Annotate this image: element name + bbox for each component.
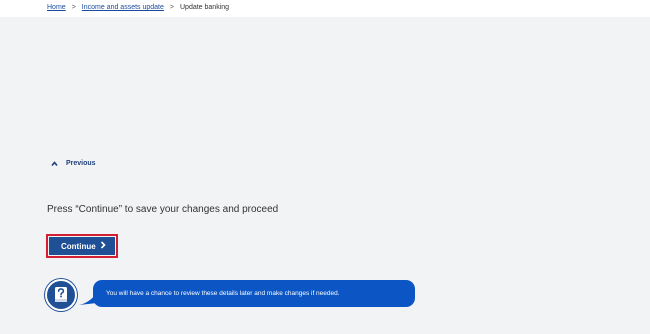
continue-highlight: Continue bbox=[46, 234, 118, 258]
breadcrumb: Home > Income and assets update > Update… bbox=[47, 3, 229, 12]
continue-label: Continue bbox=[61, 241, 96, 251]
help-text: You will have a chance to review these d… bbox=[106, 290, 340, 297]
previous-button[interactable]: Previous bbox=[51, 160, 96, 167]
previous-label: Previous bbox=[66, 160, 96, 167]
breadcrumb-income-link[interactable]: Income and assets update bbox=[82, 3, 164, 12]
help-bubble: You will have a chance to review these d… bbox=[93, 280, 415, 307]
breadcrumb-separator: > bbox=[71, 4, 76, 11]
breadcrumb-current: Update banking bbox=[180, 4, 230, 11]
instruction-text: Press “Continue” to save your changes an… bbox=[47, 204, 279, 215]
breadcrumb-separator: > bbox=[169, 4, 174, 11]
breadcrumb-home-link[interactable]: Home bbox=[47, 3, 66, 12]
continue-button[interactable]: Continue bbox=[49, 237, 115, 255]
question-book-icon bbox=[45, 279, 77, 311]
bubble-tail bbox=[79, 293, 97, 305]
chevron-up-icon bbox=[51, 160, 58, 167]
chevron-right-icon bbox=[100, 241, 106, 251]
